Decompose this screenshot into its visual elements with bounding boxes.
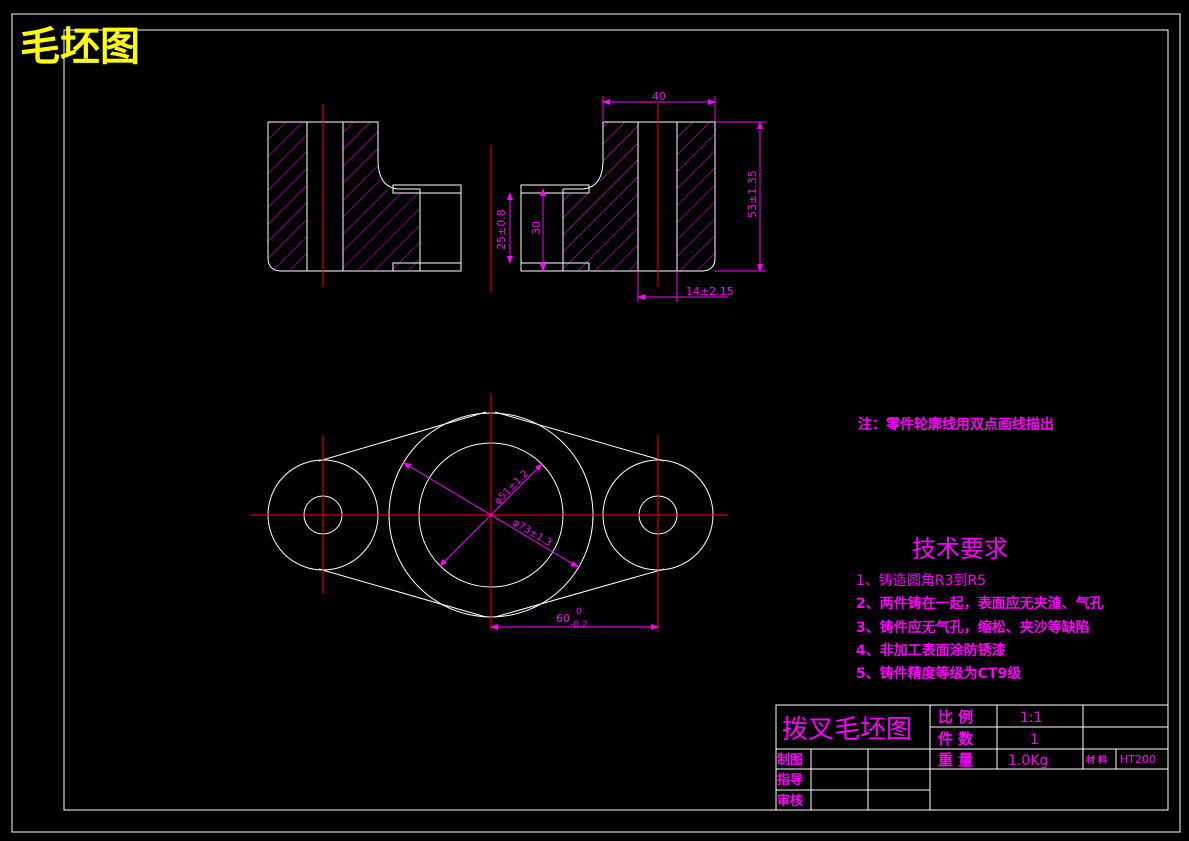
weight-value: 1.0Kg bbox=[1008, 753, 1048, 769]
dim-bore-25: 25±0.8 bbox=[495, 209, 508, 250]
tech-req-item: 3、铸件应无气孔，缩松、夹沙等缺陷 bbox=[856, 619, 1090, 636]
part-name: 拨叉毛坯图 bbox=[782, 715, 912, 745]
material-label: 材 料 bbox=[1085, 754, 1107, 766]
tech-requirements: 技术要求 1、铸造圆角R3到R5 2、两件铸在一起，表面应无夹渣、气孔 3、铸件… bbox=[856, 535, 1104, 682]
dim-dia-51: φ51±1.2 bbox=[492, 469, 531, 508]
dim-dist-60: 60 bbox=[556, 612, 570, 625]
qty-value: 1 bbox=[1030, 732, 1039, 748]
check-label: 审核 bbox=[777, 793, 803, 809]
guide-label: 指导 bbox=[777, 772, 803, 788]
drawing-title: 毛坯图 bbox=[20, 24, 140, 70]
scale-label: 比 例 bbox=[938, 708, 973, 726]
dim-width-40: 40 bbox=[652, 90, 666, 103]
dim-hole-14: 14±2.15 bbox=[686, 285, 734, 298]
material-value: HT200 bbox=[1120, 753, 1156, 766]
dim-tol-lower: -0.2 bbox=[570, 620, 588, 630]
title-block: 拨叉毛坯图 比 例 1:1 件 数 1 重 量 1.0Kg 材 料 HT200 … bbox=[775, 704, 1169, 811]
tech-req-item: 4、非加工表面涂防锈漆 bbox=[856, 642, 1006, 659]
scale-value: 1:1 bbox=[1020, 710, 1043, 726]
top-view: φ51±1.2 φ73±1.3 60 0 -0.2 bbox=[250, 393, 728, 632]
dim-height-53: 53±1.35 bbox=[746, 170, 759, 218]
tech-req-item: 2、两件铸在一起，表面应无夹渣、气孔 bbox=[856, 595, 1104, 612]
dim-width-30: 30 bbox=[530, 221, 543, 235]
section-view: 40 53±1.35 25±0.8 30 14±2.15 bbox=[267, 90, 766, 302]
tech-req-item: 1、铸造圆角R3到R5 bbox=[856, 573, 986, 589]
weight-label: 重 量 bbox=[938, 751, 973, 769]
tech-req-item: 5、铸件精度等级为CT9级 bbox=[856, 665, 1022, 682]
drawing-canvas: 毛坯图 40 53±1.35 25±0.8 30 14±2.15 φ51±1.2… bbox=[11, 13, 1181, 833]
drawn-label: 制图 bbox=[777, 752, 803, 768]
qty-label: 件 数 bbox=[938, 730, 974, 748]
dim-tol-upper: 0 bbox=[576, 607, 582, 617]
note-text: 注：零件轮廓线用双点画线描出 bbox=[858, 416, 1054, 433]
tech-req-title: 技术要求 bbox=[912, 535, 1008, 563]
dim-dia-73: φ73±1.3 bbox=[510, 517, 553, 549]
